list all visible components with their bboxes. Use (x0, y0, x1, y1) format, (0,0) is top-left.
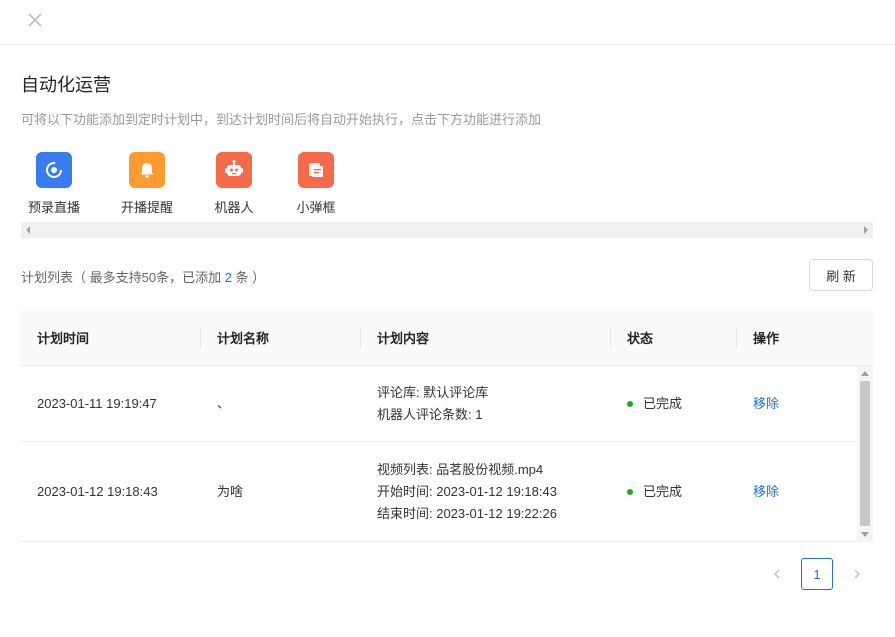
column-header-status: 状态 (627, 331, 654, 346)
page-number-current[interactable]: 1 (801, 558, 833, 590)
table-header: 计划时间 计划名称 计划内容 状态 操作 (20, 311, 873, 366)
close-icon (28, 13, 42, 27)
status-text: 已完成 (643, 484, 683, 499)
bell-icon (129, 152, 165, 188)
popup-icon (298, 152, 334, 188)
cell-status: 已完成 (627, 481, 682, 503)
scroll-down-icon[interactable] (861, 532, 869, 537)
content-line: 视频列表: 品茗股份视频.mp4 (377, 462, 544, 477)
cell-content: 评论库: 默认评论库 机器人评论条数: 1 (377, 382, 488, 426)
page-subtitle: 可将以下功能添加到定时计划中，到达计划时间后将自动开始执行，点击下方功能进行添加 (21, 112, 542, 127)
plan-list-label: 计划列表（ 最多支持50条，已添加 (21, 270, 225, 285)
plan-count: 2 (224, 270, 232, 285)
feature-live-reminder[interactable]: 开播提醒 (118, 152, 176, 216)
status-text: 已完成 (643, 396, 683, 411)
cell-time: 2023-01-12 19:18:43 (37, 484, 158, 499)
table-row: 2023-01-11 19:19:47 、 评论库: 默认评论库 机器人评论条数… (20, 366, 857, 442)
content-line: 机器人评论条数: 1 (377, 407, 483, 422)
column-header-time: 计划时间 (37, 331, 90, 346)
column-divider (736, 328, 737, 349)
scroll-right-icon[interactable] (864, 226, 868, 234)
feature-list: 预录直播 开播提醒 机器人 小弹框 (20, 152, 873, 222)
refresh-button[interactable]: 刷 新 (809, 259, 873, 291)
vertical-scrollbar[interactable] (857, 366, 873, 542)
page-title: 自动化运营 (21, 75, 111, 95)
close-button[interactable] (26, 11, 44, 29)
cell-name: 为啥 (217, 484, 244, 499)
feature-label: 预录直播 (27, 200, 80, 215)
column-header-name: 计划名称 (217, 331, 270, 346)
column-header-action: 操作 (753, 331, 780, 346)
table-row: 2023-01-12 19:18:43 为啥 视频列表: 品茗股份视频.mp4 … (20, 443, 857, 542)
scrollbar-thumb[interactable] (860, 381, 870, 526)
feature-label: 机器人 (214, 200, 254, 215)
column-header-content: 计划内容 (377, 331, 430, 346)
column-divider (610, 328, 611, 349)
chevron-left-icon (774, 569, 780, 579)
column-divider (200, 328, 201, 349)
content-line: 评论库: 默认评论库 (377, 385, 489, 400)
cell-content: 视频列表: 品茗股份视频.mp4 开始时间: 2023-01-12 19:18:… (377, 459, 557, 525)
next-page-button[interactable] (845, 558, 869, 590)
status-dot-icon (627, 400, 633, 407)
feature-popup[interactable]: 小弹框 (292, 152, 340, 216)
horizontal-scrollbar[interactable] (21, 222, 873, 238)
top-bar (0, 0, 895, 45)
feature-robot[interactable]: 机器人 (210, 152, 258, 216)
robot-icon (216, 152, 252, 188)
feature-record-live[interactable]: 预录直播 (25, 152, 83, 216)
remove-link[interactable]: 移除 (753, 481, 779, 503)
record-live-icon (36, 152, 72, 188)
table-body: 2023-01-11 19:19:47 、 评论库: 默认评论库 机器人评论条数… (20, 366, 873, 542)
prev-page-button[interactable] (765, 558, 789, 590)
feature-label: 开播提醒 (120, 200, 173, 215)
cell-time: 2023-01-11 19:19:47 (37, 396, 157, 411)
cell-name: 、 (217, 396, 231, 411)
scroll-left-icon[interactable] (26, 226, 30, 234)
plan-table: 计划时间 计划名称 计划内容 状态 操作 2023-01-11 19:19:47… (20, 311, 873, 542)
remove-link[interactable]: 移除 (753, 393, 779, 415)
column-divider (360, 328, 361, 349)
status-dot-icon (627, 488, 633, 495)
chevron-right-icon (854, 569, 860, 579)
plan-list-label-suffix: 条 ） (231, 270, 266, 285)
feature-label: 小弹框 (296, 200, 336, 215)
plan-list-header: 计划列表（ 最多支持50条，已添加 2 条 ） (21, 267, 265, 286)
pagination: 1 (765, 558, 873, 590)
scroll-up-icon[interactable] (861, 371, 869, 376)
cell-status: 已完成 (627, 393, 682, 415)
content-line: 开始时间: 2023-01-12 19:18:43 (377, 484, 557, 499)
content-line: 结束时间: 2023-01-12 19:22:26 (377, 506, 557, 521)
